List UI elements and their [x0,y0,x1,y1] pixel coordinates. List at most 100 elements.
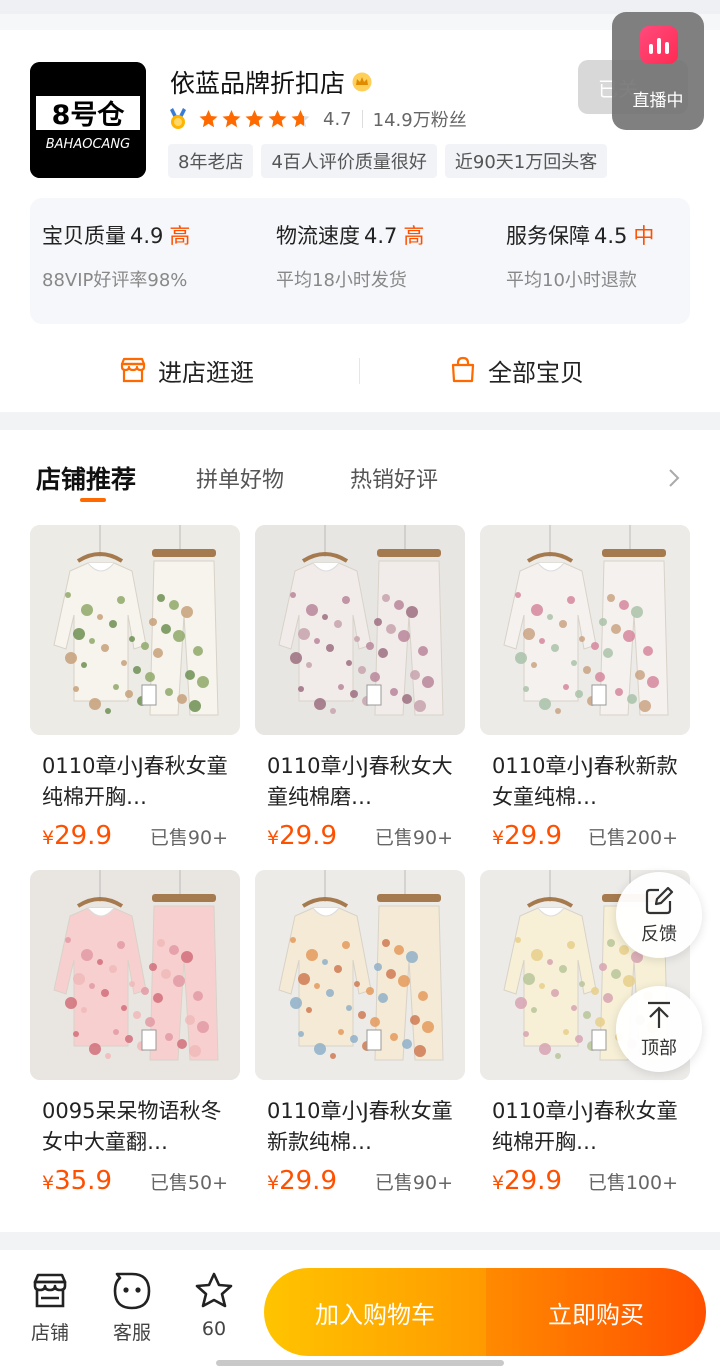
product-price-value: 29.9 [54,821,112,851]
logo-text-bottom: BAHAOCANG [46,137,130,152]
score-value: 4.5 [594,224,628,248]
feedback-button[interactable]: 反馈 [616,872,702,958]
score-quality: 宝贝质量 4.9 高 88VIP好评率98% [42,220,190,292]
product-card[interactable]: 0110章小J春秋女大童纯棉磨… ¥29.9 已售90+ [255,525,465,851]
chevron-right-icon[interactable] [666,466,682,490]
product-sold: 已售90+ [374,1172,453,1194]
enter-store-button[interactable]: 进店逛逛 [118,340,254,400]
product-footer: ¥29.9 已售100+ [480,1166,690,1196]
product-price-value: 29.9 [279,1166,337,1196]
logo-text-top: 8号仓 [52,100,126,131]
top-strip [0,0,720,14]
nav-service-label: 客服 [112,1322,151,1344]
product-price: ¥29.9 [492,821,562,851]
product-currency: ¥ [267,827,280,849]
buy-now-button[interactable]: 立即购买 [486,1268,706,1356]
product-title[interactable]: 0110章小J春秋女童新款纯棉… [255,1096,465,1158]
product-currency: ¥ [492,827,505,849]
tab-group-buy[interactable]: 拼单好物 [196,462,284,494]
product-price-value: 29.9 [504,1166,562,1196]
arrow-up-icon [648,1001,670,1028]
nav-favorite[interactable]: 60 [184,1270,244,1340]
product-card[interactable]: 0095呆呆物语秋冬女中大童翻… ¥35.9 已售50+ [30,870,240,1196]
store-logo[interactable]: 8号仓 BAHAOCANG [30,62,146,178]
actions-divider [359,358,360,384]
score-title: 物流速度 [276,224,360,248]
rating-row: 4.7 14.9万粉丝 [168,106,467,132]
score-logistics: 物流速度 4.7 高 平均18小时发货 [276,220,424,292]
fans-count: 14.9万粉丝 [372,110,467,131]
product-card[interactable]: 0110章小J春秋女童纯棉开胸… ¥29.9 已售90+ [30,525,240,851]
score-value: 4.9 [130,224,164,248]
product-image[interactable] [255,870,465,1080]
product-card[interactable]: 0110章小J春秋女童新款纯棉… ¥29.9 已售90+ [255,870,465,1196]
nav-service[interactable]: 客服 [102,1270,162,1345]
product-sold: 已售90+ [149,827,228,849]
product-currency: ¥ [42,1172,55,1194]
feedback-label: 反馈 [641,924,677,945]
score-level: 中 [633,224,655,248]
product-price: ¥29.9 [267,1166,337,1196]
crown-icon [352,72,372,92]
score-value: 4.7 [364,224,398,248]
product-currency: ¥ [267,1172,280,1194]
product-image[interactable] [30,870,240,1080]
star-icon [222,110,241,128]
store-tag: 4百人评价质量很好 [261,144,437,178]
score-level: 高 [169,224,191,248]
product-price: ¥29.9 [267,821,337,851]
product-title[interactable]: 0110章小J春秋女童纯棉开胸… [480,1096,690,1158]
product-title[interactable]: 0110章小J春秋女大童纯棉磨… [255,751,465,813]
product-card[interactable]: 0110章小J春秋新款女童纯棉… ¥29.9 已售200+ [480,525,690,851]
back-to-top-button[interactable]: 顶部 [616,986,702,1072]
score-box: 宝贝质量 4.9 高 88VIP好评率98% 物流速度 4.7 高 平均18小时发货 服… [30,198,690,324]
product-image[interactable] [480,525,690,735]
score-sub: 88VIP好评率98% [42,270,188,291]
star-icon [291,110,310,128]
service-icon [113,1272,151,1310]
product-image[interactable] [255,525,465,735]
product-footer: ¥35.9 已售50+ [30,1166,240,1196]
rating-divider [361,110,363,128]
score-sub: 平均10小时退款 [506,270,637,291]
nav-store-label: 店铺 [30,1322,69,1344]
add-to-cart-button[interactable]: 加入购物车 [264,1268,486,1356]
tab-store-recommend[interactable]: 店铺推荐 [36,460,136,496]
star-icon [245,110,264,128]
store-icon [33,1273,67,1308]
product-footer: ¥29.9 已售90+ [255,1166,465,1196]
product-footer: ¥29.9 已售90+ [30,821,240,851]
product-title[interactable]: 0110章小J春秋新款女童纯棉… [480,751,690,813]
product-price-value: 29.9 [504,821,562,851]
live-badge[interactable]: 直播中 [612,12,704,130]
product-sold: 已售200+ [587,827,678,849]
store-tag: 8年老店 [168,144,254,178]
home-indicator [216,1360,504,1366]
tab-hot-sale[interactable]: 热销好评 [350,462,438,494]
live-icon [640,26,678,64]
store-tags: 8年老店 4百人评价质量很好 近90天1万回头客 [168,144,608,178]
product-price: ¥35.9 [42,1166,112,1196]
store-name-row[interactable]: 依蓝品牌折扣店 [170,64,373,100]
all-items-label: 全部宝贝 [488,358,584,387]
product-footer: ¥29.9 已售200+ [480,821,690,851]
product-image[interactable] [30,525,240,735]
store-name: 依蓝品牌折扣店 [170,69,346,98]
all-items-button[interactable]: 全部宝贝 [448,340,584,400]
tab-underline [80,498,106,502]
star-icon [199,110,218,128]
edit-icon [645,886,674,915]
score-service: 服务保障 4.5 中 平均10小时退款 [506,220,654,292]
product-price-value: 29.9 [279,821,337,851]
nav-store[interactable]: 店铺 [20,1270,80,1345]
product-sold: 已售90+ [374,827,453,849]
product-currency: ¥ [42,827,55,849]
product-currency: ¥ [492,1172,505,1194]
score-title: 宝贝质量 [42,224,126,248]
nav-favorite-count: 60 [201,1318,227,1340]
product-price: ¥29.9 [492,1166,562,1196]
score-sub: 平均18小时发货 [276,270,407,291]
product-title[interactable]: 0095呆呆物语秋冬女中大童翻… [30,1096,240,1158]
product-title[interactable]: 0110章小J春秋女童纯棉开胸… [30,751,240,813]
score-level: 高 [403,224,425,248]
